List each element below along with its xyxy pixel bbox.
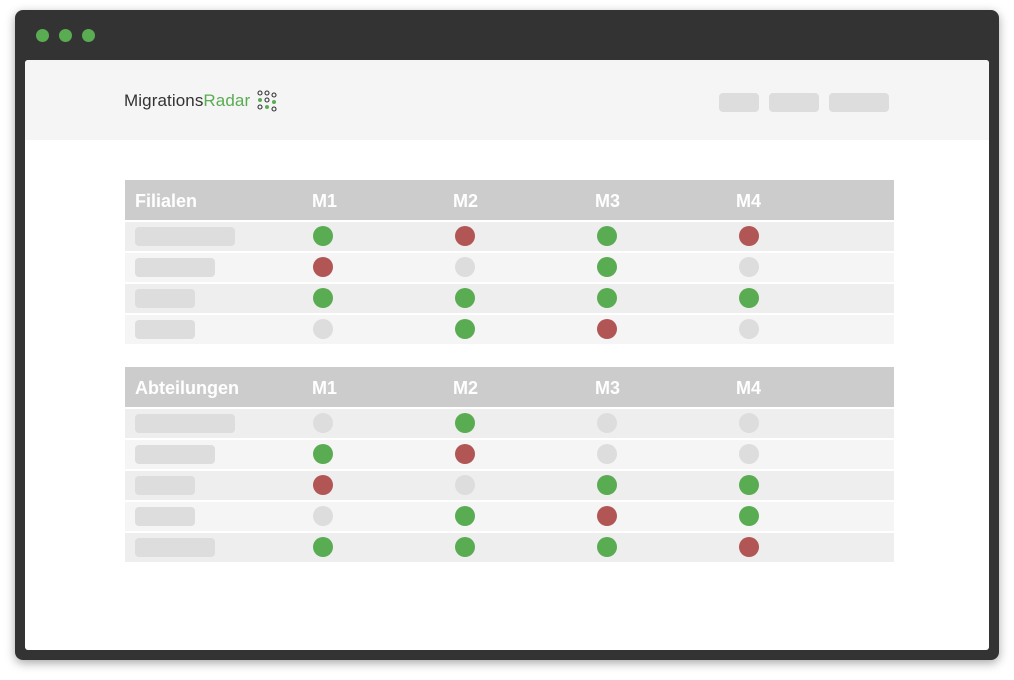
table-row[interactable]	[125, 315, 894, 344]
status-empty-icon	[313, 413, 333, 433]
table-row[interactable]	[125, 284, 894, 313]
table-row[interactable]	[125, 409, 894, 438]
status-green-icon	[313, 226, 333, 246]
window-dot-icon[interactable]	[36, 29, 49, 42]
status-green-icon	[597, 226, 617, 246]
status-empty-icon	[455, 475, 475, 495]
table-row[interactable]	[125, 471, 894, 500]
status-green-icon	[455, 537, 475, 557]
status-green-icon	[455, 413, 475, 433]
table-row[interactable]	[125, 253, 894, 282]
row-name-placeholder	[135, 476, 195, 495]
status-empty-icon	[739, 413, 759, 433]
table-row[interactable]	[125, 440, 894, 469]
table-header: Abteilungen M1 M2 M3 M4	[125, 367, 894, 407]
status-green-icon	[455, 288, 475, 308]
nav-item-placeholder[interactable]	[719, 93, 759, 112]
status-red-icon	[455, 226, 475, 246]
status-green-icon	[455, 319, 475, 339]
nav-menu	[719, 93, 889, 112]
column-header-m2: M2	[453, 191, 479, 211]
column-header-m3: M3	[595, 191, 621, 211]
status-red-icon	[597, 506, 617, 526]
status-red-icon	[597, 319, 617, 339]
status-empty-icon	[455, 257, 475, 277]
status-green-icon	[739, 475, 759, 495]
row-name-placeholder	[135, 289, 195, 308]
status-red-icon	[313, 475, 333, 495]
row-name-placeholder	[135, 227, 235, 246]
status-green-icon	[597, 288, 617, 308]
radar-dots-icon	[257, 90, 277, 112]
status-red-icon	[455, 444, 475, 464]
window-dot-icon[interactable]	[59, 29, 72, 42]
site-header: Migrations Radar	[25, 60, 989, 140]
logo[interactable]: Migrations Radar	[124, 90, 279, 112]
table-row[interactable]	[125, 222, 894, 251]
page-content: Migrations Radar Filialen M1 M2 M3 M4 Ab…	[25, 60, 989, 650]
row-name-placeholder	[135, 538, 215, 557]
table-title: Abteilungen	[135, 378, 239, 398]
status-empty-icon	[597, 413, 617, 433]
window-dot-icon[interactable]	[82, 29, 95, 42]
table-row[interactable]	[125, 502, 894, 531]
row-name-placeholder	[135, 507, 195, 526]
status-green-icon	[455, 506, 475, 526]
status-empty-icon	[739, 444, 759, 464]
table-header: Filialen M1 M2 M3 M4	[125, 180, 894, 220]
nav-item-placeholder[interactable]	[829, 93, 889, 112]
status-empty-icon	[313, 506, 333, 526]
logo-text-green: Radar	[203, 91, 251, 110]
status-red-icon	[313, 257, 333, 277]
window-controls	[36, 29, 95, 42]
status-empty-icon	[739, 319, 759, 339]
filialen-table: Filialen M1 M2 M3 M4	[125, 180, 894, 344]
status-green-icon	[313, 444, 333, 464]
column-header-m1: M1	[312, 378, 338, 398]
column-header-m3: M3	[595, 378, 621, 398]
column-header-m2: M2	[453, 378, 479, 398]
nav-item-placeholder[interactable]	[769, 93, 819, 112]
browser-window: Migrations Radar Filialen M1 M2 M3 M4 Ab…	[15, 10, 999, 660]
status-red-icon	[739, 226, 759, 246]
row-name-placeholder	[135, 414, 235, 433]
logo-text-dark: Migrations	[124, 91, 204, 110]
table-row[interactable]	[125, 533, 894, 562]
table-title: Filialen	[135, 191, 198, 211]
status-green-icon	[739, 506, 759, 526]
column-header-m4: M4	[736, 378, 762, 398]
status-empty-icon	[597, 444, 617, 464]
status-green-icon	[597, 537, 617, 557]
row-name-placeholder	[135, 320, 195, 339]
status-green-icon	[597, 475, 617, 495]
status-green-icon	[597, 257, 617, 277]
row-name-placeholder	[135, 258, 215, 277]
status-red-icon	[739, 537, 759, 557]
column-header-m1: M1	[312, 191, 338, 211]
status-green-icon	[313, 288, 333, 308]
column-header-m4: M4	[736, 191, 762, 211]
status-empty-icon	[739, 257, 759, 277]
abteilungen-table: Abteilungen M1 M2 M3 M4	[125, 367, 894, 562]
status-green-icon	[313, 537, 333, 557]
status-empty-icon	[313, 319, 333, 339]
row-name-placeholder	[135, 445, 215, 464]
status-green-icon	[739, 288, 759, 308]
